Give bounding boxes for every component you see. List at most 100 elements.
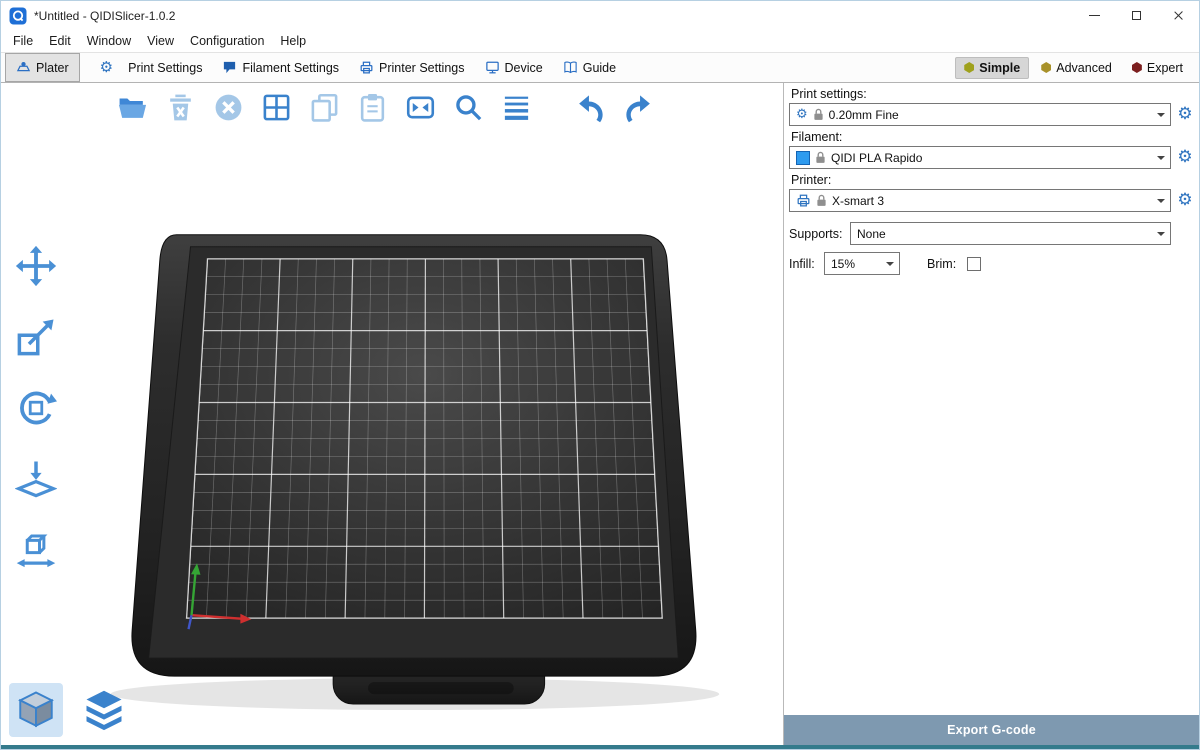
window-title: *Untitled - QIDISlicer-1.0.2	[34, 9, 175, 23]
tab-printer-settings[interactable]: Printer Settings	[349, 53, 474, 82]
scale-tool-button[interactable]	[11, 312, 61, 362]
arrange-button[interactable]	[257, 88, 295, 126]
size-icon	[15, 529, 57, 571]
move-tool-button[interactable]	[11, 241, 61, 291]
device-icon	[485, 60, 500, 75]
lock-icon	[816, 194, 827, 207]
right-sidebar: Print settings: ⚙ 0.20mm Fine ⚙ Filament…	[783, 83, 1199, 745]
maximize-icon	[1132, 11, 1141, 20]
supports-combo[interactable]: None	[850, 222, 1171, 245]
variable-layer-height-button[interactable]	[497, 88, 535, 126]
redo-button[interactable]	[619, 88, 657, 126]
view-switch	[9, 683, 131, 737]
print-settings-combo[interactable]: ⚙ 0.20mm Fine	[789, 103, 1171, 126]
gizmo-toolbar	[11, 241, 61, 575]
maximize-button[interactable]	[1115, 1, 1157, 30]
infill-value: 15%	[831, 257, 876, 271]
main-area: Print settings: ⚙ 0.20mm Fine ⚙ Filament…	[1, 83, 1199, 745]
redo-icon	[623, 92, 654, 123]
filament-combo[interactable]: QIDI PLA Rapido	[789, 146, 1171, 169]
move-icon	[15, 245, 57, 287]
viewport-3d[interactable]	[1, 83, 783, 745]
tab-label: Plater	[36, 61, 69, 75]
profile-gear-icon: ⚙	[796, 108, 808, 121]
scale-icon	[15, 316, 57, 358]
menu-view[interactable]: View	[139, 30, 182, 52]
chevron-down-icon	[881, 253, 899, 274]
filament-gear-button[interactable]: ⚙	[1176, 149, 1194, 166]
window-controls	[1073, 1, 1199, 30]
mode-label: Expert	[1147, 61, 1183, 75]
menu-configuration[interactable]: Configuration	[182, 30, 272, 52]
tab-filament-settings[interactable]: Filament Settings	[212, 53, 349, 82]
delete-button[interactable]	[161, 88, 199, 126]
printer-combo[interactable]: X-smart 3	[789, 189, 1171, 212]
menu-help[interactable]: Help	[272, 30, 314, 52]
minimize-icon	[1089, 15, 1100, 17]
size-tool-button[interactable]	[11, 525, 61, 575]
expert-mode-dot	[1132, 62, 1142, 73]
supports-label: Supports:	[789, 227, 845, 241]
brim-label: Brim:	[927, 257, 956, 271]
place-on-face-tool-button[interactable]	[11, 454, 61, 504]
menu-window[interactable]: Window	[79, 30, 139, 52]
tab-guide[interactable]: Guide	[553, 53, 626, 82]
filament-label: Filament:	[791, 130, 1194, 144]
print-settings-label: Print settings:	[791, 87, 1194, 101]
export-gcode-button[interactable]: Export G-code	[784, 715, 1199, 745]
mode-label: Simple	[979, 61, 1020, 75]
bed-grid	[187, 259, 663, 618]
delete-all-button[interactable]	[209, 88, 247, 126]
tab-device[interactable]: Device	[475, 53, 553, 82]
chevron-down-icon	[1152, 104, 1170, 125]
sliced-layers-icon	[83, 689, 125, 731]
lock-icon	[813, 108, 824, 121]
tab-print-settings[interactable]: ⚙ Print Settings	[80, 53, 213, 82]
delete-all-icon	[213, 92, 244, 123]
mode-simple[interactable]: Simple	[955, 57, 1029, 79]
title-bar: *Untitled - QIDISlicer-1.0.2	[1, 1, 1199, 30]
minimize-button[interactable]	[1073, 1, 1115, 30]
tab-bar: Plater ⚙ Print Settings Filament Setting…	[1, 53, 1199, 83]
infill-combo[interactable]: 15%	[824, 252, 900, 275]
copy-button[interactable]	[305, 88, 343, 126]
menu-file[interactable]: File	[5, 30, 41, 52]
filament-icon	[222, 60, 237, 75]
split-icon	[405, 92, 436, 123]
chevron-down-icon	[1152, 223, 1170, 244]
filament-value: QIDI PLA Rapido	[831, 151, 1147, 165]
mode-advanced[interactable]: Advanced	[1033, 58, 1120, 78]
undo-button[interactable]	[571, 88, 609, 126]
infill-label: Infill:	[789, 257, 819, 271]
tab-label: Printer Settings	[379, 61, 464, 75]
tab-plater[interactable]: Plater	[5, 53, 80, 82]
plater-icon	[16, 60, 31, 75]
chevron-down-icon	[1152, 190, 1170, 211]
paste-button[interactable]	[353, 88, 391, 126]
rotate-icon	[15, 387, 57, 429]
delete-icon	[165, 92, 196, 123]
plater-toolbar	[113, 88, 657, 126]
3d-editor-view-button[interactable]	[9, 683, 63, 737]
menu-edit[interactable]: Edit	[41, 30, 79, 52]
preview-view-button[interactable]	[77, 683, 131, 737]
chevron-down-icon	[1152, 147, 1170, 168]
mode-expert[interactable]: Expert	[1124, 58, 1191, 78]
close-button[interactable]	[1157, 1, 1199, 30]
rotate-tool-button[interactable]	[11, 383, 61, 433]
close-icon	[1173, 10, 1184, 21]
search-icon	[453, 92, 484, 123]
menu-bar: File Edit Window View Configuration Help	[1, 30, 1199, 53]
paste-icon	[357, 92, 388, 123]
3d-cube-icon	[15, 689, 57, 731]
open-button[interactable]	[113, 88, 151, 126]
printer-gear-button[interactable]: ⚙	[1176, 192, 1194, 209]
search-button[interactable]	[449, 88, 487, 126]
brim-checkbox[interactable]	[967, 257, 981, 271]
undo-icon	[575, 92, 606, 123]
book-icon	[563, 60, 578, 75]
build-plate-scene	[1, 83, 783, 745]
split-to-objects-button[interactable]	[401, 88, 439, 126]
tab-label: Device	[505, 61, 543, 75]
print-settings-gear-button[interactable]: ⚙	[1176, 106, 1194, 123]
